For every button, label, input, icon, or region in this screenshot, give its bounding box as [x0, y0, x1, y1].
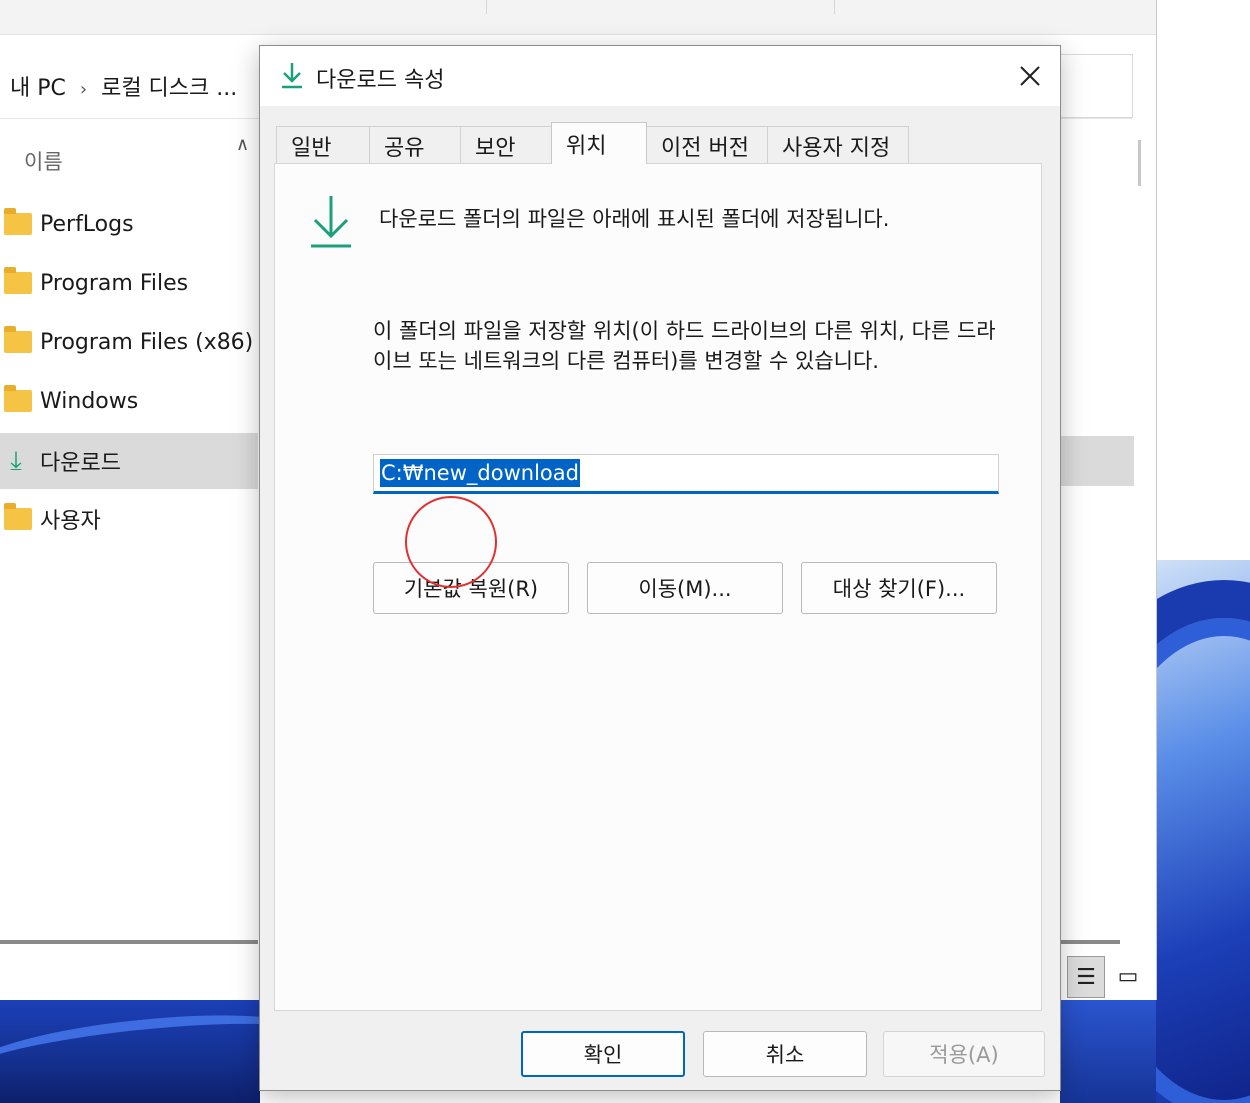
folder-icon	[4, 208, 32, 235]
wallpaper-swirl-bottom	[0, 1000, 260, 1103]
list-item[interactable]: Program Files (x86)	[0, 314, 258, 370]
move-button[interactable]: 이동(M)...	[587, 562, 783, 614]
breadcrumb-item-local-disk[interactable]: 로컬 디스크 ...	[101, 76, 237, 101]
tab-previous-versions[interactable]: 이전 버전	[646, 126, 768, 164]
folder-icon	[4, 267, 32, 294]
folder-icon	[4, 385, 32, 412]
properties-dialog: 다운로드 속성 일반 공유 보안 위치 이전 버전 사용자 지정 다운로드 폴더…	[259, 45, 1061, 1091]
ok-button[interactable]: 확인	[521, 1031, 685, 1077]
explorer-top-strip	[0, 0, 1156, 35]
sort-ascending-icon: ∧	[236, 134, 250, 155]
folder-path-input[interactable]: C:₩new_download	[373, 454, 999, 494]
vertical-scrollbar[interactable]	[1138, 140, 1141, 186]
breadcrumb-separator-icon: ›	[79, 79, 88, 100]
move-description: 이 폴더의 파일을 저장할 위치(이 하드 드라이브의 다른 위치, 다른 드라…	[373, 319, 996, 373]
column-header-name[interactable]: 이름	[24, 146, 63, 176]
details-view-icon[interactable]: ☰	[1067, 956, 1105, 998]
list-item[interactable]: Program Files	[0, 255, 258, 311]
list-item-label: Program Files (x86)	[40, 329, 254, 355]
preview-pane-icon[interactable]: ▭	[1110, 956, 1146, 996]
tab-customize[interactable]: 사용자 지정	[767, 126, 909, 164]
list-item[interactable]: Windows	[0, 373, 258, 429]
selected-row-highlight	[1060, 436, 1134, 486]
wallpaper-swirl-right	[1156, 560, 1250, 1103]
tab-bar: 일반 공유 보안 위치 이전 버전 사용자 지정	[276, 122, 909, 164]
folder-icon	[4, 503, 32, 530]
wallpaper-swirl-bottom-right	[1060, 1000, 1156, 1103]
list-item[interactable]: 사용자	[0, 491, 258, 547]
breadcrumb[interactable]: 내 PC › 로컬 디스크 ...	[10, 70, 237, 102]
tab-general[interactable]: 일반	[276, 126, 370, 164]
tab-security[interactable]: 보안	[460, 126, 552, 164]
location-tab-panel: 다운로드 폴더의 파일은 아래에 표시된 폴더에 저장됩니다. 이 폴더의 파일…	[274, 163, 1042, 1011]
location-description: 다운로드 폴더의 파일은 아래에 표시된 폴더에 저장됩니다.	[379, 207, 890, 231]
tab-location[interactable]: 위치	[551, 122, 647, 164]
close-icon	[1020, 66, 1040, 86]
list-item-label: Windows	[40, 388, 139, 414]
list-item-selected[interactable]: ⤓ 다운로드	[0, 433, 258, 489]
list-item-label: 다운로드	[40, 451, 121, 476]
close-button[interactable]	[1008, 56, 1052, 96]
list-item-label: PerfLogs	[40, 211, 134, 237]
cancel-button[interactable]: 취소	[703, 1031, 867, 1077]
horizontal-scrollbar-right[interactable]	[1060, 940, 1120, 944]
dialog-titlebar[interactable]: 다운로드 속성	[260, 46, 1060, 106]
restore-default-button[interactable]: 기본값 복원(R)	[373, 562, 569, 614]
list-item-label: 사용자	[40, 509, 101, 534]
list-item[interactable]: PerfLogs	[0, 196, 258, 252]
download-icon	[278, 60, 306, 90]
download-icon: ⤓	[10, 445, 22, 476]
tab-sharing[interactable]: 공유	[369, 126, 461, 164]
download-icon	[309, 192, 351, 248]
folder-icon	[4, 326, 32, 353]
breadcrumb-item-pc[interactable]: 내 PC	[10, 76, 66, 101]
folder-path-value: C:₩new_download	[380, 459, 580, 487]
apply-button[interactable]: 적용(A)	[883, 1031, 1045, 1077]
list-item-label: Program Files	[40, 270, 189, 296]
horizontal-scrollbar[interactable]	[0, 940, 258, 944]
dialog-title: 다운로드 속성	[316, 68, 445, 93]
find-target-button[interactable]: 대상 찾기(F)...	[801, 562, 997, 614]
address-bar-right	[1060, 54, 1133, 118]
